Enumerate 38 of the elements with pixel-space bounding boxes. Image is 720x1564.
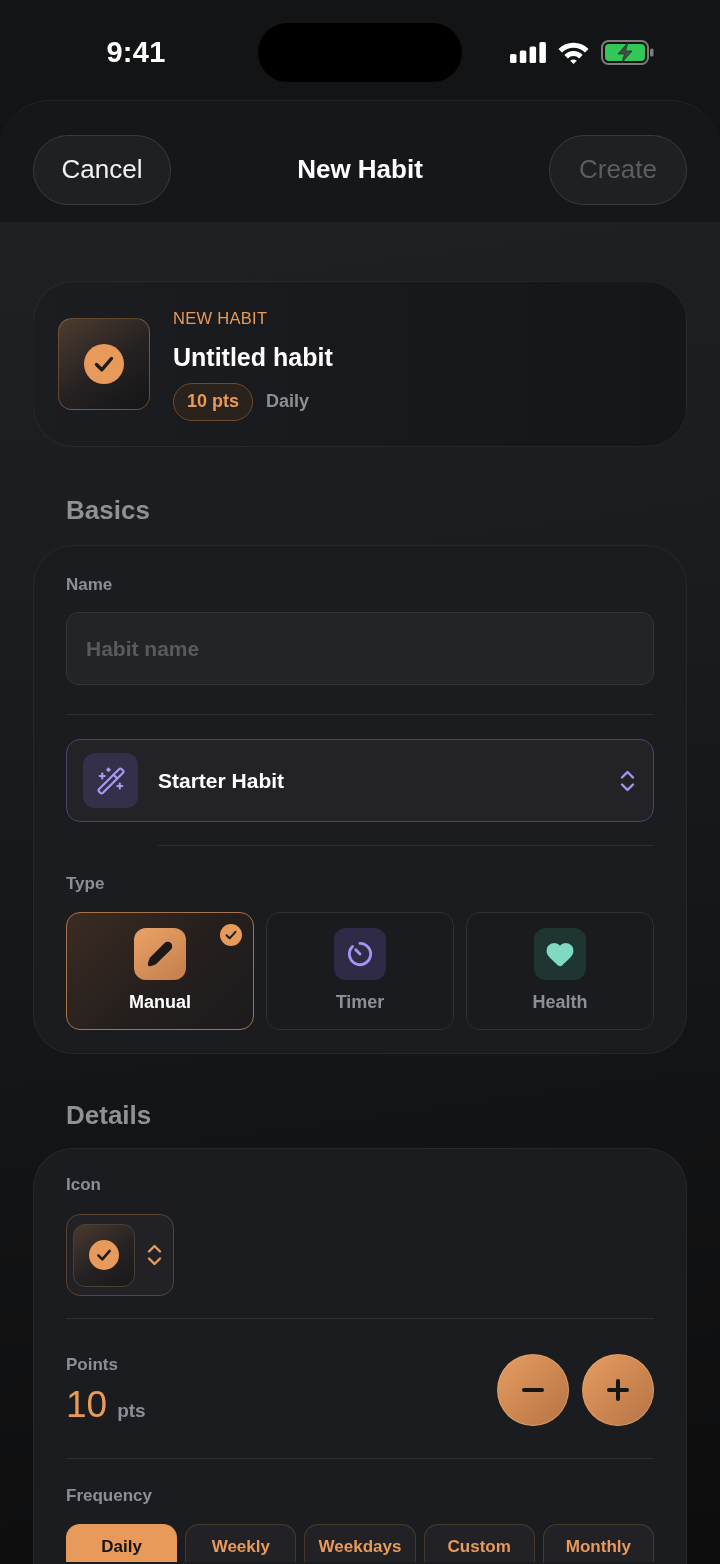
pencil-icon [134, 928, 186, 980]
frequency-chip[interactable]: Custom [423, 1524, 535, 1562]
section-heading: Details [65, 1099, 153, 1131]
icon-picker-button[interactable] [66, 1214, 174, 1296]
check-icon [73, 1223, 135, 1287]
template-select[interactable]: Starter Habit [66, 739, 654, 822]
eyebrow-label: NEW HABIT [173, 307, 268, 328]
points-unit: pts [117, 1400, 146, 1422]
cancel-button[interactable]: Cancel [33, 134, 171, 205]
wifi-icon [557, 41, 590, 64]
minus-icon [522, 1388, 544, 1392]
field-label: Points [66, 1355, 118, 1375]
chevron-up-down-icon [147, 1242, 162, 1268]
field-label: Frequency [66, 1486, 152, 1506]
plus-icon [607, 1379, 629, 1401]
field-label: Type [66, 874, 105, 894]
type-option[interactable]: Manual [66, 912, 254, 1030]
check-badge-icon [220, 924, 242, 946]
field-label: Name [66, 575, 113, 595]
points-badge: 10 pts [173, 382, 254, 421]
timer-icon [334, 928, 386, 980]
frequency-chip[interactable]: Monthly [542, 1524, 654, 1562]
status-time: 9:41 [106, 36, 166, 69]
screen-title: New Habit [297, 154, 423, 185]
field-label: Icon [66, 1175, 101, 1195]
points-value: 10 [66, 1385, 108, 1425]
wand-icon [83, 753, 138, 808]
habit-title: Untitled habit [173, 341, 333, 372]
check-icon [58, 318, 150, 410]
frequency-chip[interactable]: Weekly [185, 1524, 297, 1562]
frequency-text: Daily [266, 391, 310, 412]
section-heading: Basics [65, 494, 151, 526]
type-option[interactable]: Health [466, 912, 654, 1030]
frequency-chip[interactable]: Weekdays [304, 1524, 416, 1562]
battery-icon [601, 40, 654, 65]
frequency-chip[interactable]: Daily [66, 1524, 178, 1562]
type-option[interactable]: Timer [266, 912, 454, 1030]
signal-icon [510, 42, 546, 63]
